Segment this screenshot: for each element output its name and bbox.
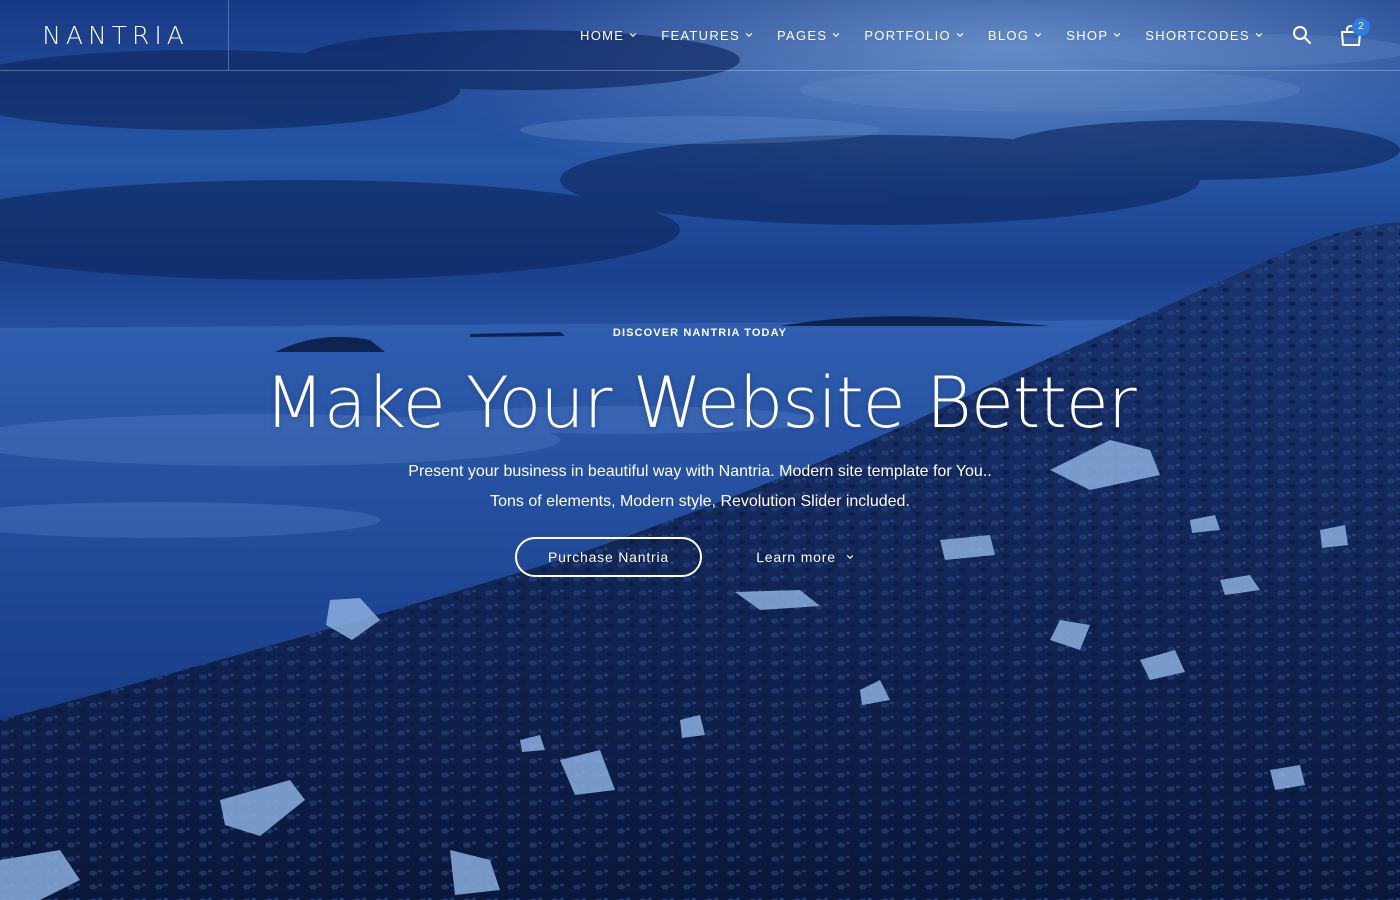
hero-section: DISCOVER NANTRIA TODAY Make Your Website… (0, 0, 1400, 900)
logo-container[interactable]: NANTRIA (0, 0, 229, 70)
nav-item-portfolio[interactable]: PORTFOLIO (864, 28, 964, 43)
nav-item-features[interactable]: FEATURES (661, 28, 753, 43)
chevron-down-icon (629, 32, 637, 38)
nav-item-shop[interactable]: SHOP (1066, 28, 1121, 43)
chevron-down-icon (956, 32, 964, 38)
purchase-button[interactable]: Purchase Nantria (515, 537, 702, 577)
nav-item-label: SHORTCODES (1145, 27, 1250, 43)
purchase-button-label: Purchase Nantria (548, 549, 669, 565)
nav-item-label: HOME (580, 27, 625, 43)
main-nav: HOME FEATURES PAGES PORTFOLIO BLOG SHOP … (568, 0, 1275, 70)
nav-item-pages[interactable]: PAGES (777, 28, 840, 43)
search-icon[interactable] (1292, 25, 1312, 45)
learn-more-label: Learn more (756, 549, 836, 565)
nav-item-label: FEATURES (661, 27, 740, 43)
nav-item-label: PAGES (776, 27, 828, 43)
chevron-down-icon (1035, 32, 1042, 38)
site-header: NANTRIA HOME FEATURES PAGES PORTFOLIO BL… (0, 0, 1400, 71)
learn-more-button[interactable]: Learn more (740, 537, 870, 577)
site-logo[interactable]: NANTRIA (39, 21, 189, 50)
chevron-down-icon (833, 32, 840, 38)
chevron-down-icon (745, 32, 753, 38)
nav-item-blog[interactable]: BLOG (988, 28, 1042, 43)
nav-item-home[interactable]: HOME (580, 28, 637, 43)
cart-count-badge[interactable]: 2 (1352, 18, 1370, 36)
chevron-down-icon (1114, 32, 1121, 38)
chevron-down-icon (1255, 32, 1263, 38)
hero-subtitle-line-2: Tons of elements, Modern style, Revoluti… (490, 493, 910, 510)
nav-item-label: SHOP (1066, 27, 1109, 43)
hero-subtitle-line-1: Present your business in beautiful way w… (408, 463, 992, 480)
hero-eyebrow: DISCOVER NANTRIA TODAY (612, 327, 788, 339)
nav-item-shortcodes[interactable]: SHORTCODES (1145, 28, 1263, 43)
hero-headline: Make Your Website Better (264, 362, 1136, 444)
nav-item-label: BLOG (987, 27, 1030, 43)
nav-item-label: PORTFOLIO (864, 27, 951, 43)
chevron-down-icon (846, 554, 854, 560)
